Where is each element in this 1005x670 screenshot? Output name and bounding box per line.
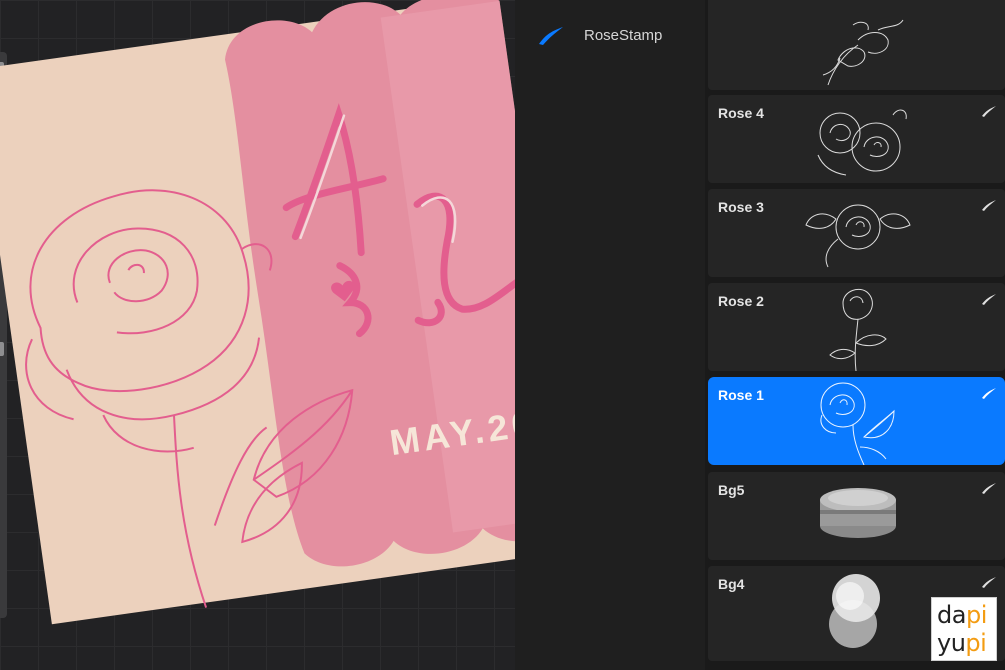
brush-card-rose-bouquet[interactable]	[708, 0, 1005, 90]
brush-card-rose-2[interactable]: Rose 2	[708, 283, 1005, 371]
brush-name: Rose 1	[718, 387, 764, 403]
brush-set-list: RoseStamp	[515, 0, 705, 670]
stacked-discs-preview	[820, 488, 896, 538]
canvas-area[interactable]: MAY.20	[0, 0, 515, 670]
brush-card-rose-4[interactable]: Rose 4	[708, 95, 1005, 183]
rose-with-leaves-preview	[805, 204, 911, 268]
brush-name: Rose 2	[718, 293, 764, 309]
brush-name: Rose 4	[718, 105, 764, 121]
brush-stroke-icon	[982, 200, 996, 211]
two-roses-preview	[817, 109, 907, 176]
brush-card-rose-3[interactable]: Rose 3	[708, 189, 1005, 277]
brush-stroke-icon	[982, 294, 996, 305]
watermark-line-1: dapi	[937, 601, 987, 629]
rose-with-leaf-preview	[820, 382, 895, 465]
translucent-circles-preview	[829, 574, 880, 648]
brush-stroke-icon	[982, 388, 996, 399]
brush-name: Bg4	[718, 576, 745, 592]
rose-bouquet-preview	[822, 19, 904, 86]
brush-stroke-icon	[982, 106, 996, 117]
brush-stroke-icon	[982, 577, 996, 588]
brush-stroke-icon	[982, 483, 996, 494]
rose-bud-stem-preview	[829, 288, 887, 371]
brush-library-list[interactable]: Rose 4 Rose 3 Rose 2 Rose 1 Bg5 Bg4	[705, 0, 1005, 670]
brush-card-bg5[interactable]: Bg5	[708, 472, 1005, 560]
watermark-line-2: yupi	[937, 629, 987, 657]
brush-name: Bg5	[718, 482, 745, 498]
brush-card-rose-1[interactable]: Rose 1	[708, 377, 1005, 465]
watermark-logo: dapi yupi	[931, 597, 997, 661]
artwork-canvas[interactable]: MAY.20	[0, 0, 515, 670]
brush-set-label: RoseStamp	[584, 27, 663, 44]
brush-set-rosestamp[interactable]: RoseStamp	[515, 0, 705, 68]
brush-name: Rose 3	[718, 199, 764, 215]
brush-stroke-icon	[539, 27, 563, 45]
